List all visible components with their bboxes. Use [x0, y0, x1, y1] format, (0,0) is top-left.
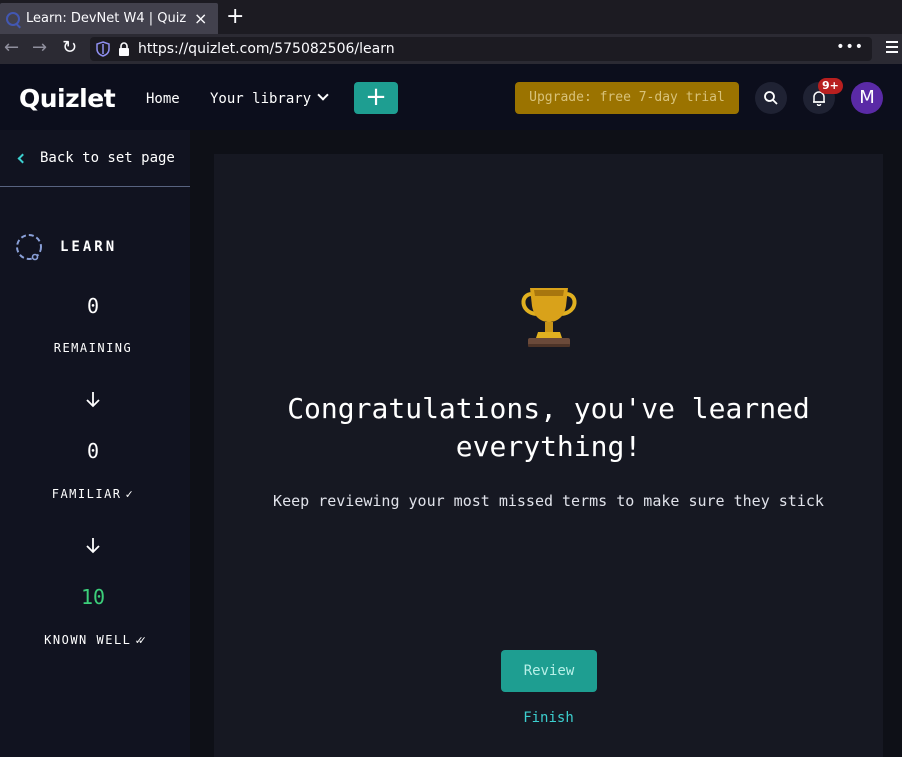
notification-badge: 9+	[818, 78, 843, 94]
remaining-count: 0	[86, 294, 100, 318]
nav-home[interactable]: Home	[146, 91, 180, 107]
upgrade-button[interactable]: Upgrade: free 7-day trial	[515, 82, 739, 114]
url-text[interactable]: https://quizlet.com/575082506/learn	[138, 41, 395, 57]
shield-icon[interactable]	[96, 41, 110, 57]
forward-arrow-icon[interactable]: →	[32, 38, 47, 58]
learn-mode-label: LEARN	[60, 239, 118, 255]
chevron-down-icon	[317, 89, 329, 101]
finish-link-label[interactable]: Finish	[523, 710, 574, 726]
known-well-count: 10	[80, 585, 106, 609]
check-icon: ✓	[125, 487, 135, 501]
hamburger-menu-icon[interactable]	[886, 41, 898, 56]
lock-icon[interactable]	[118, 42, 130, 56]
main-content: Congratulations, you've learned everythi…	[190, 130, 902, 757]
learn-mode-icon	[16, 234, 42, 261]
title-line-1: Congratulations, you've learned	[287, 392, 810, 425]
familiar-count: 0	[86, 439, 100, 463]
create-button[interactable]: +	[354, 82, 398, 114]
review-button[interactable]: Review	[501, 650, 597, 692]
arrow-down-icon	[86, 392, 100, 408]
reload-icon[interactable]: ↻	[62, 38, 77, 58]
avatar[interactable]: M	[851, 82, 883, 114]
browser-tab-bar: Learn: DevNet W4 | Quizlet × +	[0, 0, 902, 34]
back-to-set-label: Back to set page	[40, 150, 175, 166]
known-well-status: KNOWN WELL ✓✓	[0, 633, 186, 647]
trophy-icon	[521, 288, 577, 347]
page-actions-icon[interactable]: •••	[836, 39, 864, 55]
finish-link: Finish	[214, 710, 883, 726]
tab-title: Learn: DevNet W4 | Quizlet	[26, 11, 186, 26]
site-header: Quizlet Home Your library + Upgrade: fre…	[0, 64, 902, 130]
learn-sidebar: Back to set page LEARN 0 REMAINING 0 FAM…	[0, 130, 190, 757]
double-check-icon: ✓✓	[135, 633, 146, 647]
browser-tab[interactable]: Learn: DevNet W4 | Quizlet ×	[0, 3, 218, 34]
learn-mode-header: LEARN	[14, 232, 117, 262]
page-subtitle: Keep reviewing your most missed terms to…	[273, 492, 824, 510]
back-arrow-icon[interactable]: ←	[4, 38, 19, 58]
sidebar-divider	[0, 186, 190, 187]
browser-nav-bar: ← → ↻ https://quizlet.com/575082506/lear…	[0, 34, 902, 64]
remaining-label: REMAINING	[53, 341, 133, 355]
new-tab-button[interactable]: +	[226, 6, 244, 28]
address-bar[interactable]: https://quizlet.com/575082506/learn •••	[90, 37, 872, 61]
nav-your-library-label: Your library	[210, 91, 312, 107]
familiar-status: FAMILIAR ✓	[0, 487, 186, 501]
tab-close-icon[interactable]: ×	[194, 9, 207, 28]
back-to-set-link[interactable]: Back to set page	[16, 150, 175, 166]
page-title: Congratulations, you've learned everythi…	[214, 390, 883, 466]
search-icon	[764, 91, 778, 105]
completion-card: Congratulations, you've learned everythi…	[214, 154, 883, 757]
search-button[interactable]	[755, 82, 787, 114]
known-well-label: KNOWN WELL	[44, 633, 132, 647]
title-line-2: everything!	[455, 430, 642, 463]
familiar-label: FAMILIAR	[51, 487, 122, 501]
quizlet-favicon-icon	[6, 11, 20, 26]
nav-your-library[interactable]: Your library	[210, 89, 329, 107]
quizlet-logo[interactable]: Quizlet	[19, 84, 116, 113]
chevron-left-icon	[17, 153, 28, 163]
arrow-down-icon	[86, 538, 100, 554]
